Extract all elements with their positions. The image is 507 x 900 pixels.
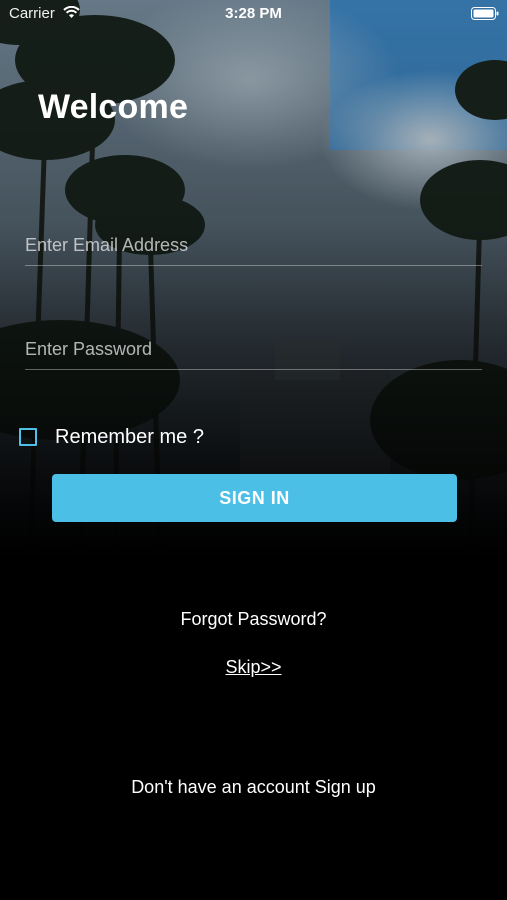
status-bar: Carrier 3:28 PM [0,0,507,28]
email-input[interactable] [25,226,482,264]
email-field-container [25,226,482,266]
skip-label[interactable]: Skip>> [225,657,281,677]
remember-me-row[interactable]: Remember me ? [19,424,259,450]
battery-icon [471,7,499,20]
remember-me-checkbox[interactable] [19,428,37,446]
skip-link[interactable]: Skip>> [0,657,507,678]
forgot-password-label[interactable]: Forgot Password? [180,609,326,629]
status-time: 3:28 PM [225,5,282,22]
sign-in-button[interactable]: SIGN IN [52,474,457,522]
signup-link[interactable]: Don't have an account Sign up [0,777,507,798]
remember-me-label: Remember me ? [55,426,204,448]
password-input[interactable] [25,330,482,368]
welcome-title: Welcome [38,88,189,126]
login-screen: Carrier 3:28 PM Welcome Remember me ? SI… [0,0,507,900]
forgot-password-link[interactable]: Forgot Password? [0,609,507,630]
signup-label[interactable]: Don't have an account Sign up [131,777,376,797]
password-field-container [25,330,482,370]
